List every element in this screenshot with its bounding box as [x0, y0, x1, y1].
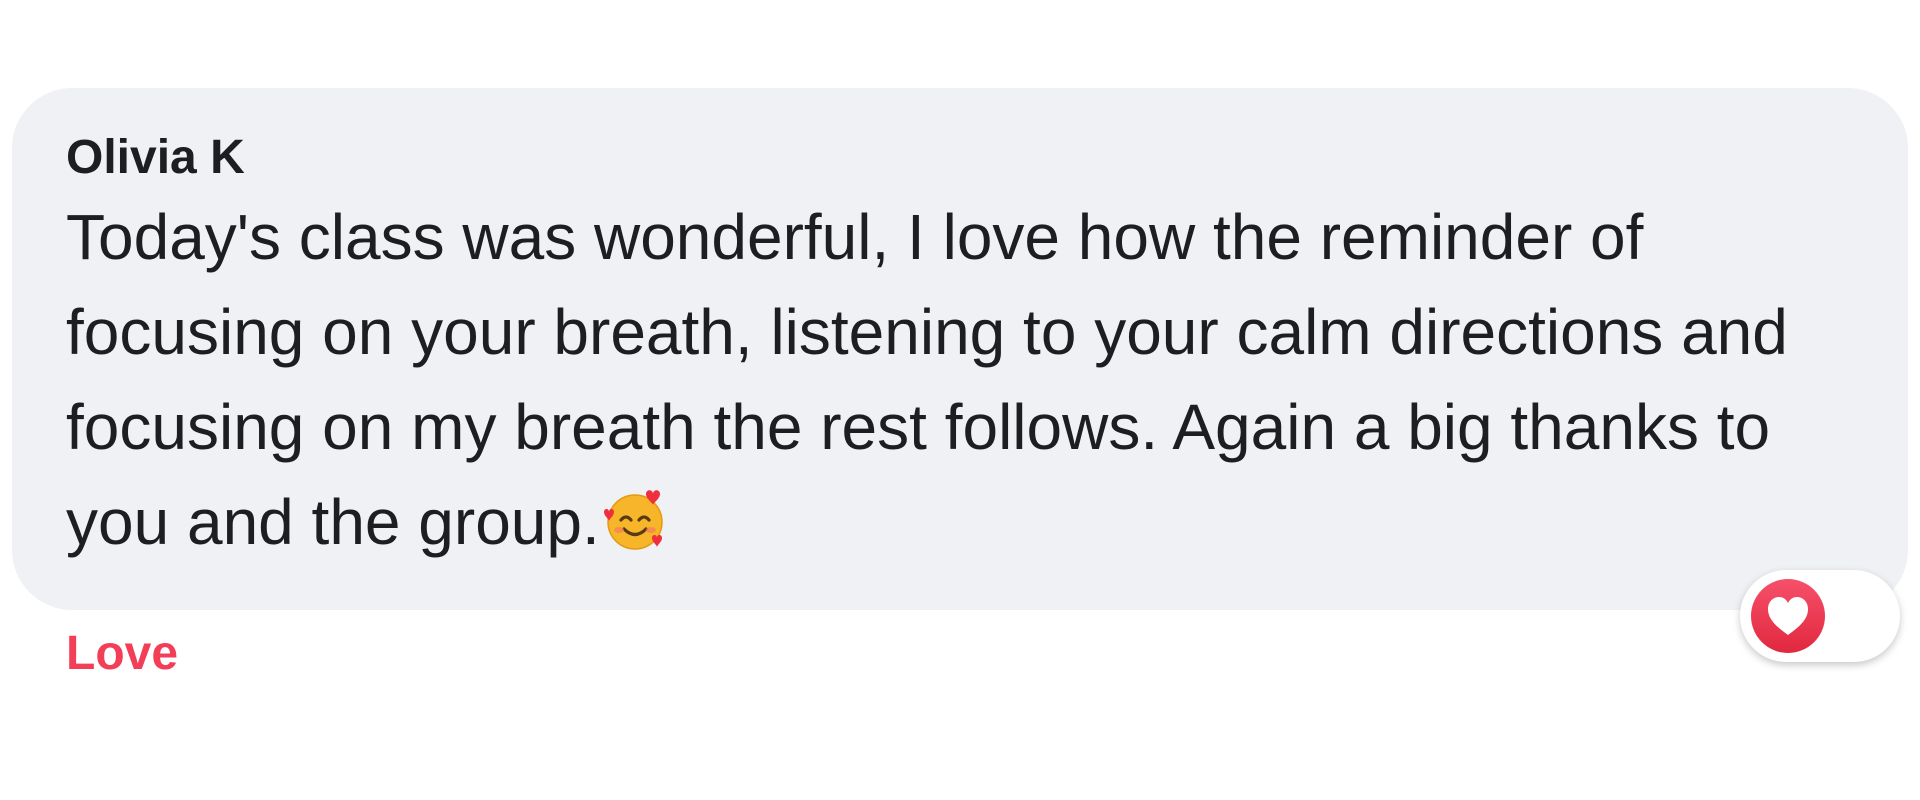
smiling-face-with-hearts-icon [602, 483, 668, 578]
comment-text-block: Today's class was wonderful, I love how … [66, 190, 1848, 578]
love-reaction-label[interactable]: Love [66, 630, 178, 678]
comment-bubble: Olivia K Today's class was wonderful, I … [12, 88, 1908, 610]
comment-author[interactable]: Olivia K [66, 134, 1848, 182]
love-heart-icon [1750, 578, 1826, 654]
reaction-count-pill[interactable] [1740, 570, 1900, 662]
comment-text: Today's class was wonderful, I love how … [66, 201, 1788, 558]
